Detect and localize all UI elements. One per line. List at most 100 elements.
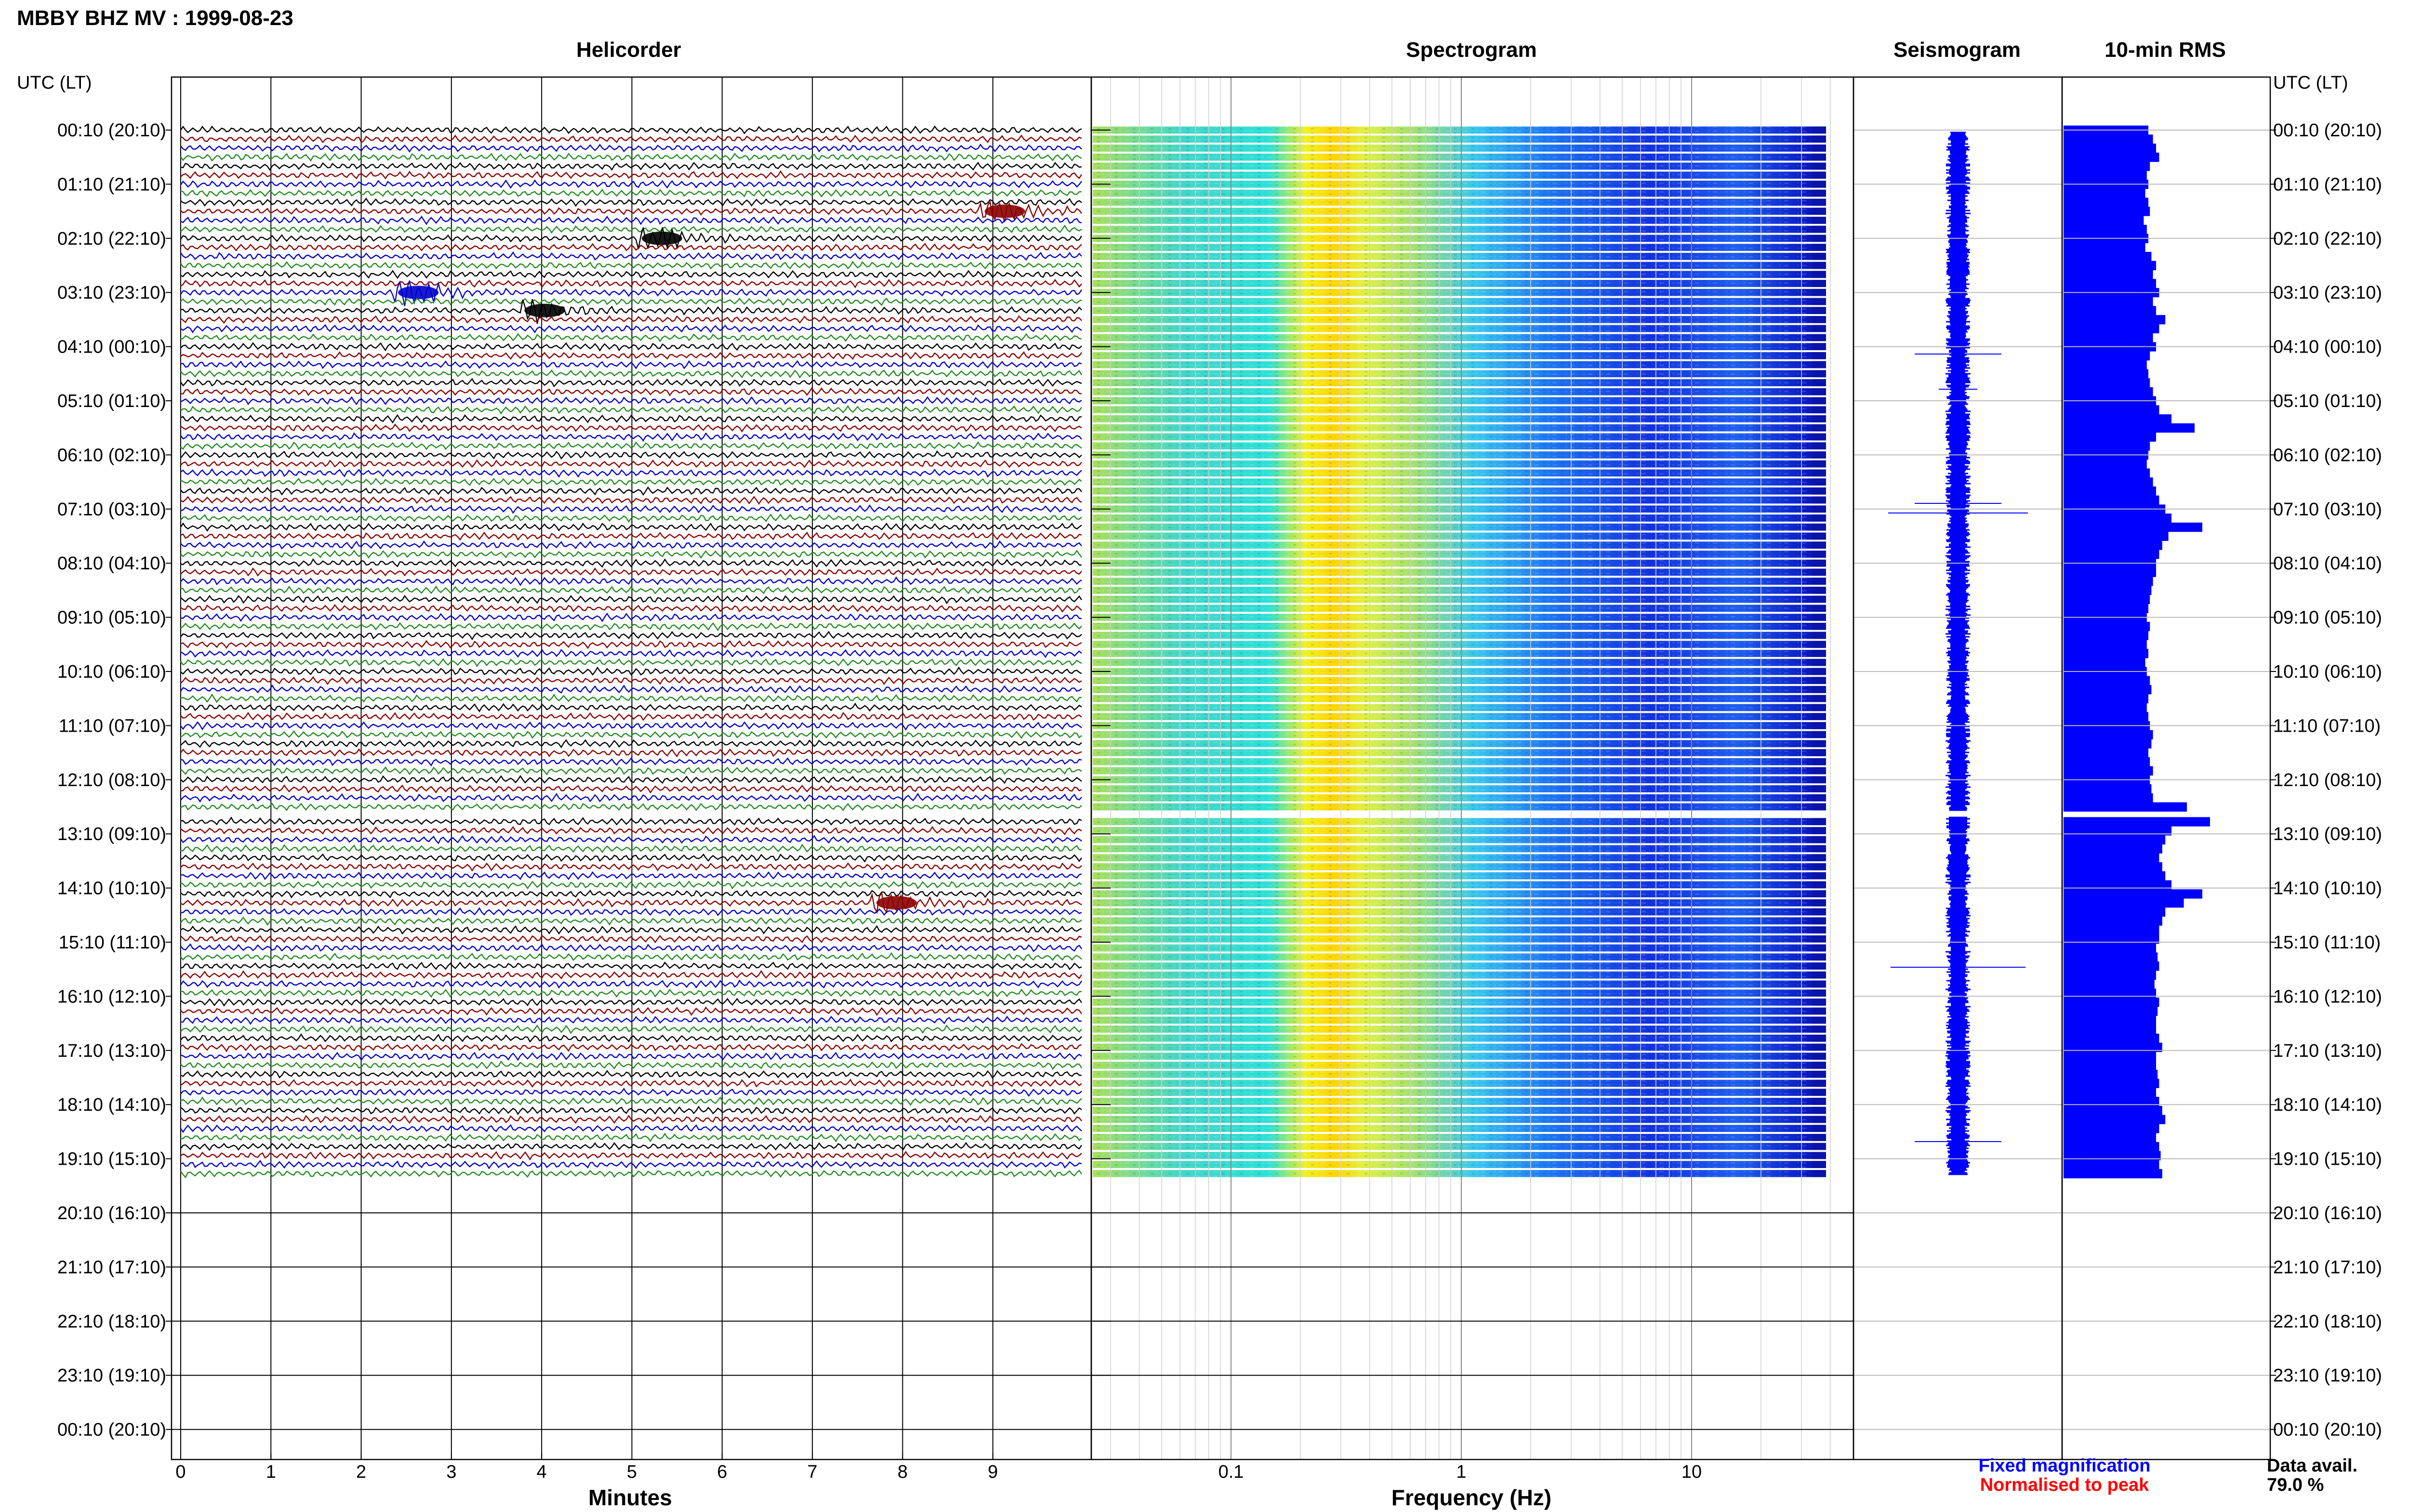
spectrogram-texture <box>1093 1143 1826 1150</box>
spectrogram-edge <box>1813 1043 1826 1051</box>
rms-bar <box>2064 862 2162 872</box>
seismogram-title: Seismogram <box>1893 38 2021 62</box>
spectrogram-edge <box>1813 433 1826 441</box>
spectrogram-texture <box>1093 145 1826 152</box>
spectrogram-texture <box>1093 460 1826 468</box>
spectrogram-texture <box>1093 334 1826 342</box>
spectrogram-edge <box>1813 496 1826 504</box>
spectrogram-texture <box>1093 605 1826 612</box>
rms-bar <box>2064 531 2169 541</box>
spectrogram-texture <box>1093 352 1826 359</box>
spectrogram-texture <box>1093 397 1826 405</box>
rms-bar <box>2064 432 2156 442</box>
rms-bar <box>2064 459 2147 469</box>
spectrogram-texture <box>1093 1106 1826 1114</box>
time-tick-left: 14:10 (10:10) <box>57 879 166 899</box>
spectrogram-edge <box>1813 1125 1826 1132</box>
rms-bar <box>2064 739 2152 749</box>
helicorder-trace <box>180 631 1082 641</box>
helicorder-event <box>641 231 682 245</box>
helicorder-trace <box>180 826 1082 836</box>
spectrogram-texture <box>1093 899 1826 907</box>
spectrogram-edge <box>1813 252 1826 260</box>
minute-tick-label: 4 <box>537 1462 547 1482</box>
spectrogram-texture <box>1093 836 1826 843</box>
spectrogram-edge <box>1813 1016 1826 1024</box>
spectrogram-edge <box>1813 890 1826 897</box>
spectrogram-edge <box>1813 658 1826 666</box>
rms-bar <box>2064 970 2156 980</box>
spectrogram-texture <box>1093 881 1826 889</box>
spectrogram-texture <box>1093 863 1826 870</box>
spectrogram-edge <box>1813 162 1826 170</box>
helicorder-trace <box>180 666 1082 676</box>
helicorder-trace <box>180 441 1082 450</box>
time-tick-left: 18:10 (14:10) <box>57 1095 166 1115</box>
spectrogram-edge <box>1813 926 1826 933</box>
spectrogram-edge <box>1813 767 1826 775</box>
right-axis-label: UTC (LT) <box>2273 73 2348 93</box>
rms-bar <box>2064 1133 2156 1143</box>
time-tick-left: 03:10 (23:10) <box>57 283 166 303</box>
frequency-tick-label: 0.1 <box>1218 1462 1244 1482</box>
spectrogram-edge <box>1813 153 1826 161</box>
rms-bar <box>2064 1025 2156 1034</box>
rms-bar <box>2064 979 2155 989</box>
spectrogram-texture <box>1093 514 1826 522</box>
spectrogram-edge <box>1813 1116 1826 1123</box>
helicorder-trace <box>180 261 1082 270</box>
spectrogram-edge <box>1813 704 1826 711</box>
time-tick-left: 20:10 (16:10) <box>57 1203 166 1223</box>
rms-bar <box>2064 640 2147 649</box>
rms-bar <box>2064 351 2150 361</box>
helicorder-trace <box>180 1088 1082 1097</box>
rms-bar <box>2064 889 2202 899</box>
time-tick-right: 22:10 (18:10) <box>2273 1312 2382 1332</box>
helicorder-trace <box>180 396 1082 406</box>
spectrogram-texture <box>1093 926 1826 933</box>
spectrogram-edge <box>1813 135 1826 143</box>
helicorder-trace <box>180 315 1082 324</box>
rms-bar <box>2064 215 2144 225</box>
time-tick-right: 01:10 (21:10) <box>2273 174 2382 195</box>
helicorder-event <box>524 303 565 317</box>
spectrogram-texture <box>1093 1161 1826 1168</box>
spectrogram-edge <box>1813 641 1826 648</box>
x-axis-ticks: 0 1 2 3 4 5 6 7 8 9 0.1 1 10 <box>175 1453 1702 1482</box>
spectrogram-texture <box>1093 271 1826 278</box>
spectrogram-texture <box>1093 307 1826 315</box>
rms-bar <box>2064 1105 2162 1116</box>
helicorder-trace <box>180 961 1082 970</box>
spectrogram-texture <box>1093 622 1826 630</box>
spectrogram-edge <box>1813 836 1826 843</box>
spectrogram-texture <box>1093 252 1826 260</box>
helicorder-trace <box>180 748 1082 758</box>
time-tick-left: 00:10 (20:10) <box>57 120 166 141</box>
time-tick-left: 06:10 (02:10) <box>57 445 166 465</box>
spectrogram-edge <box>1813 181 1826 188</box>
rms-bar <box>2064 1015 2156 1025</box>
rms-bar <box>2064 306 2156 316</box>
spectrogram-edge <box>1813 758 1826 765</box>
spectrogram-edge <box>1813 953 1826 961</box>
spectrogram-edge <box>1813 1052 1826 1060</box>
rms-bar <box>2064 802 2187 812</box>
helicorder-event <box>876 896 917 910</box>
spectrogram-title: Spectrogram <box>1406 38 1536 62</box>
rms-bar <box>2064 817 2210 827</box>
helicorder-trace <box>180 594 1083 605</box>
spectrogram-edge <box>1813 872 1826 880</box>
helicorder-trace <box>180 170 1083 180</box>
rms-bar <box>2064 766 2153 776</box>
spectrogram-edge <box>1813 631 1826 639</box>
time-tick-right: 03:10 (23:10) <box>2273 283 2382 303</box>
spectrogram-texture <box>1093 578 1826 585</box>
rms-bars <box>2064 125 2210 1179</box>
spectrogram-texture <box>1093 1134 1826 1141</box>
spectrogram-edge <box>1813 818 1826 826</box>
spectrogram-edge <box>1813 208 1826 215</box>
spectrogram-edge <box>1813 460 1826 468</box>
rms-bar <box>2064 378 2150 388</box>
spectrogram-texture <box>1093 451 1826 459</box>
legend-normalised-to-peak: Normalised to peak <box>1980 1475 2149 1495</box>
